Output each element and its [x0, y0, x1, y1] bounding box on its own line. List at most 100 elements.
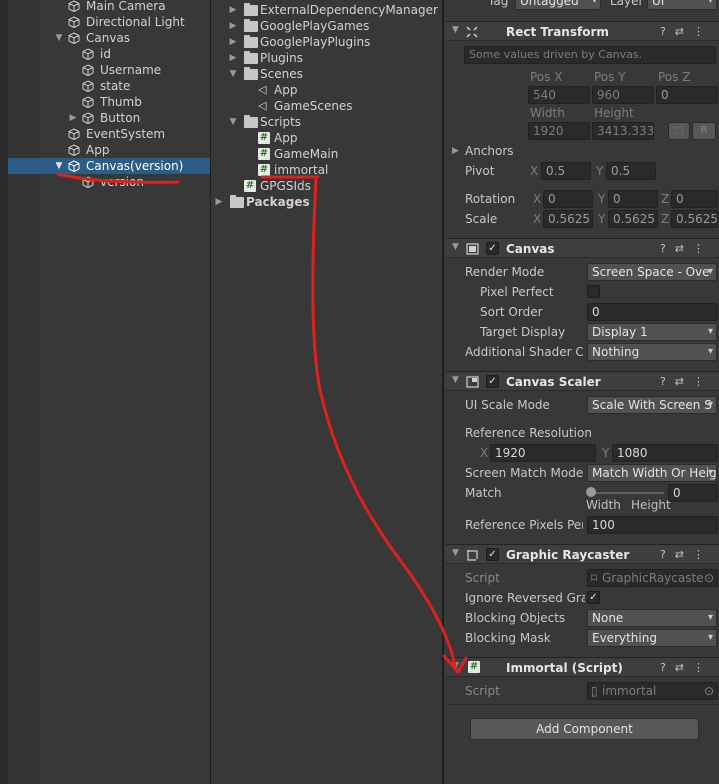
collapse-arrow-icon[interactable]: ▼ [452, 548, 459, 558]
collapse-arrow-icon[interactable]: ▼ [452, 661, 459, 671]
project-script-gamemain[interactable]: # GameMain [256, 146, 436, 162]
expand-arrow-icon[interactable]: ▼ [54, 30, 64, 46]
expand-arrow-icon[interactable]: ▶ [228, 18, 238, 34]
component-header-icons[interactable]: ?⇄⋮ [660, 25, 713, 38]
pos-x-field[interactable]: 540 [528, 86, 590, 104]
height-field[interactable]: 3413.333 [592, 122, 654, 140]
collapse-arrow-icon[interactable]: ▼ [452, 25, 459, 35]
rect-transform-header[interactable]: ▼ Rect Transform ?⇄⋮ [446, 21, 719, 41]
expand-arrow-icon[interactable]: ▼ [228, 66, 238, 82]
hierarchy-item-version[interactable]: version [80, 174, 200, 190]
component-header-icons[interactable]: ?⇄⋮ [660, 242, 713, 255]
component-header-icons[interactable]: ?⇄⋮ [660, 661, 713, 674]
hierarchy-item-app[interactable]: App [66, 142, 206, 158]
match-value-field[interactable]: 0 [668, 484, 718, 502]
immortal-script-header[interactable]: ▼ # Immortal (Script) ?⇄⋮ [446, 657, 719, 677]
hierarchy-item-main-camera[interactable]: Main Camera [66, 0, 206, 14]
rotation-x-field[interactable]: 0 [543, 190, 593, 208]
render-mode-dropdown[interactable]: Screen Space - Ove [587, 263, 717, 281]
project-item-label: App [274, 131, 298, 145]
scale-x-field[interactable]: 0.5625 [543, 210, 593, 228]
anchors-expand-icon[interactable]: ▶ [452, 146, 459, 156]
reference-resolution-y-field[interactable]: 1080 [612, 444, 718, 462]
hierarchy-item-canvas[interactable]: ▼ Canvas [54, 30, 204, 46]
raw-edit-button[interactable]: R [692, 122, 716, 140]
component-header-icons[interactable]: ?⇄⋮ [660, 375, 713, 388]
additional-shader-dropdown[interactable]: Nothing [587, 343, 717, 361]
match-slider-thumb[interactable] [586, 487, 596, 497]
expand-arrow-icon[interactable]: ▶ [228, 34, 238, 50]
layer-dropdown[interactable]: UI [647, 0, 717, 10]
component-header-icons[interactable]: ?⇄⋮ [660, 548, 713, 561]
project-item-label: ExternalDependencyManager [260, 3, 438, 17]
scale-z-field[interactable]: 0.5625 [671, 210, 718, 228]
anchors-label[interactable]: Anchors [465, 144, 514, 158]
project-folder-scripts[interactable]: ▼ Scripts [228, 114, 438, 130]
immortal-script-field[interactable]: ▯ immortal ⊙ [587, 682, 718, 700]
pivot-x-field[interactable]: 0.5 [541, 162, 591, 180]
pos-y-field[interactable]: 960 [592, 86, 654, 104]
canvas-component-header[interactable]: ▼ ✓ Canvas ?⇄⋮ [446, 238, 719, 258]
graphic-raycaster-header[interactable]: ▼ ✓ Graphic Raycaster ?⇄⋮ [446, 544, 719, 564]
canvas-scaler-enabled-checkbox[interactable]: ✓ [486, 375, 499, 388]
project-scene-gamescenes[interactable]: ◁ GameScenes [256, 98, 436, 114]
expand-arrow-icon[interactable]: ▶ [214, 194, 224, 210]
hierarchy-item-thumb[interactable]: Thumb [80, 94, 200, 110]
hierarchy-item-button[interactable]: ▶ Button [68, 110, 198, 126]
project-folder-googleplaygames[interactable]: ▶ GooglePlayGames [228, 18, 438, 34]
collapse-arrow-icon[interactable]: ▼ [452, 375, 459, 385]
sort-order-field[interactable]: 0 [587, 303, 718, 321]
blocking-objects-dropdown[interactable]: None [587, 609, 717, 627]
pixel-perfect-checkbox[interactable] [587, 285, 600, 298]
project-folder-scenes[interactable]: ▼ Scenes [228, 66, 438, 82]
project-script-immortal[interactable]: # immortal [256, 162, 436, 178]
canvas-scaler-header[interactable]: ▼ ✓ Canvas Scaler ?⇄⋮ [446, 371, 719, 391]
expand-arrow-icon[interactable]: ▶ [228, 50, 238, 66]
screen-match-mode-dropdown[interactable]: Match Width Or Heig [587, 464, 717, 482]
reference-resolution-x-field[interactable]: 1920 [490, 444, 596, 462]
rotation-y-field[interactable]: 0 [608, 190, 658, 208]
project-folder-googleplayplugins[interactable]: ▶ GooglePlayPlugins [228, 34, 438, 50]
target-display-dropdown[interactable]: Display 1 [587, 323, 717, 341]
project-script-app[interactable]: # App [256, 130, 436, 146]
project-scene-app[interactable]: ◁ App [256, 82, 436, 98]
object-picker-icon[interactable]: ⊙ [704, 683, 714, 699]
expand-arrow-icon[interactable]: ▼ [228, 114, 238, 130]
ignore-reversed-checkbox[interactable]: ✓ [587, 591, 600, 604]
hierarchy-item-state[interactable]: state [80, 78, 200, 94]
project-folder-plugins[interactable]: ▶ Plugins [228, 50, 438, 66]
rotation-z-field[interactable]: 0 [671, 190, 718, 208]
scale-y-field[interactable]: 0.5625 [608, 210, 658, 228]
blueprint-mode-button[interactable]: ⬚ [668, 122, 690, 140]
hierarchy-item-eventsystem[interactable]: EventSystem [66, 126, 206, 142]
project-folder-external-dependency-manager[interactable]: ▶ ExternalDependencyManager [228, 2, 438, 18]
reference-pixels-field[interactable]: 100 [587, 516, 718, 534]
blocking-mask-dropdown[interactable]: Everything [587, 629, 717, 647]
ui-scale-mode-dropdown[interactable]: Scale With Screen S [587, 396, 717, 414]
hierarchy-item-directional-light[interactable]: Directional Light [66, 14, 206, 30]
match-slider-track[interactable] [590, 492, 664, 494]
collapse-arrow-icon[interactable]: ▼ [452, 242, 459, 252]
pos-z-field[interactable]: 0 [656, 86, 718, 104]
project-item-label: immortal [274, 163, 329, 177]
width-field[interactable]: 1920 [528, 122, 590, 140]
expand-arrow-icon[interactable]: ▼ [54, 158, 64, 174]
graphic-raycaster-enabled-checkbox[interactable]: ✓ [486, 548, 499, 561]
expand-arrow-icon[interactable]: ▶ [68, 110, 78, 126]
csharp-script-icon: # [258, 148, 270, 160]
hierarchy-item-canvas-version[interactable]: ▼ Canvas(version) [8, 158, 210, 174]
raycaster-script-field[interactable]: ⌑ GraphicRaycaste ⊙ [587, 569, 718, 587]
tag-dropdown[interactable]: Untagged [515, 0, 601, 10]
canvas-enabled-checkbox[interactable]: ✓ [486, 242, 499, 255]
script-icon: ⌑ [591, 571, 598, 585]
object-picker-icon[interactable]: ⊙ [704, 570, 714, 586]
expand-arrow-icon[interactable]: ▶ [228, 2, 238, 18]
hierarchy-item-username[interactable]: Username [80, 62, 200, 78]
project-folder-packages[interactable]: ▶ Packages [214, 194, 438, 210]
project-script-gpgsids[interactable]: # GPGSIds [242, 178, 438, 194]
hierarchy-item-id[interactable]: id [80, 46, 200, 62]
pivot-y-field[interactable]: 0.5 [606, 162, 656, 180]
hierarchy-item-label: Main Camera [86, 0, 166, 13]
add-component-button[interactable]: Add Component [470, 718, 699, 740]
csharp-script-icon: # [258, 132, 270, 144]
